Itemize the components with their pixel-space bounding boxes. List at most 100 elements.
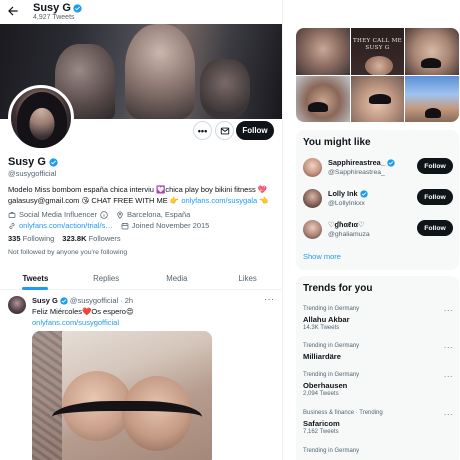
trends-title: Trends for you	[303, 283, 373, 294]
info-icon[interactable]	[100, 210, 108, 219]
message-button[interactable]	[215, 121, 234, 140]
media-thumb[interactable]	[405, 75, 459, 122]
trend-context: Trending in Germany	[303, 448, 360, 454]
trend-name: Safaricom	[303, 419, 340, 428]
verified-badge-icon	[387, 158, 395, 167]
mail-icon	[220, 127, 229, 134]
tab-tweets[interactable]: Tweets	[0, 268, 71, 289]
profile-meta: Social Media Influencer Barcelona, Españ…	[8, 209, 278, 231]
media-thumb[interactable]	[296, 28, 350, 75]
more-icon: •••	[197, 125, 208, 136]
suggested-user-handle: @LollyInkxx	[328, 200, 365, 207]
suggested-user-avatar[interactable]	[303, 158, 322, 177]
tweet-author-handle: @susygofficial	[69, 296, 119, 305]
show-more-link[interactable]: Show more	[303, 252, 341, 261]
tweet-link[interactable]: onlyfans.com/susygofficial	[32, 318, 134, 329]
who-to-follow-title: You might like	[303, 137, 371, 148]
heart-emoji-icon: 💖	[257, 185, 268, 194]
verified-badge-icon	[359, 189, 368, 198]
header-tweet-count: 4,927 Tweets	[33, 14, 75, 21]
tweet-avatar[interactable]	[8, 296, 26, 314]
profile-tabs: Tweets Replies Media Likes	[0, 268, 282, 290]
followed-by-note: Not followed by anyone you're following	[8, 249, 128, 256]
trend-more-button[interactable]: ···	[444, 306, 453, 315]
overlay-line-1: THEY CALL ME	[352, 38, 403, 44]
trend-item[interactable]: Trending in Germany Allahu Akbar 14.3K T…	[303, 306, 453, 340]
more-options-button[interactable]: •••	[193, 121, 212, 140]
following-stat[interactable]: 335 Following	[8, 234, 54, 243]
heart-eyes-emoji-icon: 😍	[125, 307, 134, 316]
tab-replies[interactable]: Replies	[71, 268, 142, 289]
suggested-user[interactable]: Lolly Ink @LollyInkxx Follow	[303, 187, 453, 211]
tweet-card[interactable]: Susy G @susygofficial · 2h ··· Feliz Mié…	[0, 291, 282, 460]
media-thumb[interactable]	[350, 75, 405, 122]
trend-count: 2,094 Tweets	[303, 391, 339, 397]
followers-label: Followers	[88, 234, 121, 243]
media-thumb[interactable]	[405, 28, 459, 75]
suggested-user-name-text: Lolly Ink	[328, 189, 358, 198]
suggested-user-handle: @Sapphireastrea_	[328, 169, 385, 176]
profile-bio: Modelo Miss bombom españa chica interviu…	[8, 185, 278, 206]
following-count: 335	[8, 234, 21, 243]
suggested-user-handle: @ghaliamuza	[328, 231, 370, 238]
trend-more-button[interactable]: ···	[444, 410, 453, 419]
suggested-user-avatar[interactable]	[303, 220, 322, 239]
suggested-follow-button[interactable]: Follow	[417, 189, 453, 205]
trend-name: Allahu Akbar	[303, 315, 350, 324]
point-emoji-icon: 👉	[169, 195, 180, 205]
suggested-user-name-text: Sapphireastrea_	[328, 158, 385, 167]
follow-button[interactable]: Follow	[236, 121, 274, 140]
tweet-more-button[interactable]: ···	[264, 294, 275, 304]
joined-text: Joined November 2015	[131, 221, 210, 230]
profile-header-bar: Susy G 4,927 Tweets	[0, 0, 282, 24]
following-label: Following	[22, 234, 55, 243]
tab-media[interactable]: Media	[142, 268, 213, 289]
briefcase-icon	[8, 211, 16, 218]
category-item: Social Media Influencer	[8, 209, 108, 220]
trend-more-button[interactable]: ···	[444, 372, 453, 381]
arrow-left-icon[interactable]	[6, 4, 20, 18]
trend-more-button[interactable]: ···	[444, 343, 453, 352]
trend-context: Business & finance · Trending	[303, 410, 383, 416]
media-thumb[interactable]	[296, 75, 350, 122]
tweet-separator: ·	[120, 296, 123, 305]
heart-emoji-icon: ❤️	[82, 307, 92, 316]
suggested-user[interactable]: Sapphireastrea_ @Sapphireastrea_ Follow	[303, 156, 453, 180]
bio-text-1: Modelo Miss bombom españa chica interviu	[8, 185, 154, 194]
location-pin-icon	[117, 210, 123, 219]
suggested-user-name: ♡ɠɦαℓια♡	[328, 220, 365, 229]
tweet-author-name[interactable]: Susy G	[32, 296, 58, 305]
verified-badge-icon	[49, 157, 58, 167]
trend-context: Trending in Germany	[303, 343, 360, 349]
heart-emoji-icon: 💟	[156, 185, 166, 194]
who-to-follow-card: You might like Sapphireastrea_ @Sapphire…	[296, 130, 459, 270]
trend-count: 14.3K Tweets	[303, 325, 340, 331]
bio-email: galasusy@gmail.com	[8, 195, 80, 205]
header-name: Susy G	[33, 2, 82, 14]
tweet-media-image[interactable]	[32, 331, 212, 460]
trend-context: Trending in Germany	[303, 372, 360, 378]
tweet-header: Susy G @susygofficial · 2h	[32, 296, 133, 305]
overlay-line-2: SUSY G	[365, 44, 390, 51]
tweet-time[interactable]: 2h	[125, 296, 133, 305]
suggested-user-avatar[interactable]	[303, 189, 322, 208]
tweet-text-1b: Os espero	[91, 307, 126, 316]
link-icon	[9, 222, 15, 229]
point-emoji-icon: 👈	[259, 195, 269, 205]
followers-stat[interactable]: 323.8K Followers	[62, 234, 120, 243]
media-thumb-overlay-text: THEY CALL ME SUSY G	[351, 38, 405, 51]
suggested-follow-button[interactable]: Follow	[417, 158, 453, 174]
suggested-user[interactable]: ♡ɠɦαℓια♡ @ghaliamuza Follow	[303, 218, 453, 242]
category-text: Social Media Influencer	[19, 210, 97, 219]
trend-item[interactable]: Trending in Germany Oberhausen 2,094 Twe…	[303, 372, 453, 406]
tab-likes[interactable]: Likes	[212, 268, 282, 289]
profile-avatar[interactable]	[8, 85, 74, 151]
smile-emoji-icon: 😘	[81, 195, 90, 205]
trend-item[interactable]: Business & finance · Trending Safaricom …	[303, 410, 453, 444]
trend-item[interactable]: Trending in Germany	[303, 448, 453, 460]
bio-link[interactable]: onlyfans.com/susygala	[181, 196, 257, 205]
suggested-follow-button[interactable]: Follow	[417, 220, 453, 236]
suggested-user-name: Sapphireastrea_	[328, 158, 395, 167]
website-link[interactable]: onlyfans.com/action/trial/s…	[19, 220, 113, 231]
media-thumb[interactable]: THEY CALL ME SUSY G	[350, 28, 405, 75]
